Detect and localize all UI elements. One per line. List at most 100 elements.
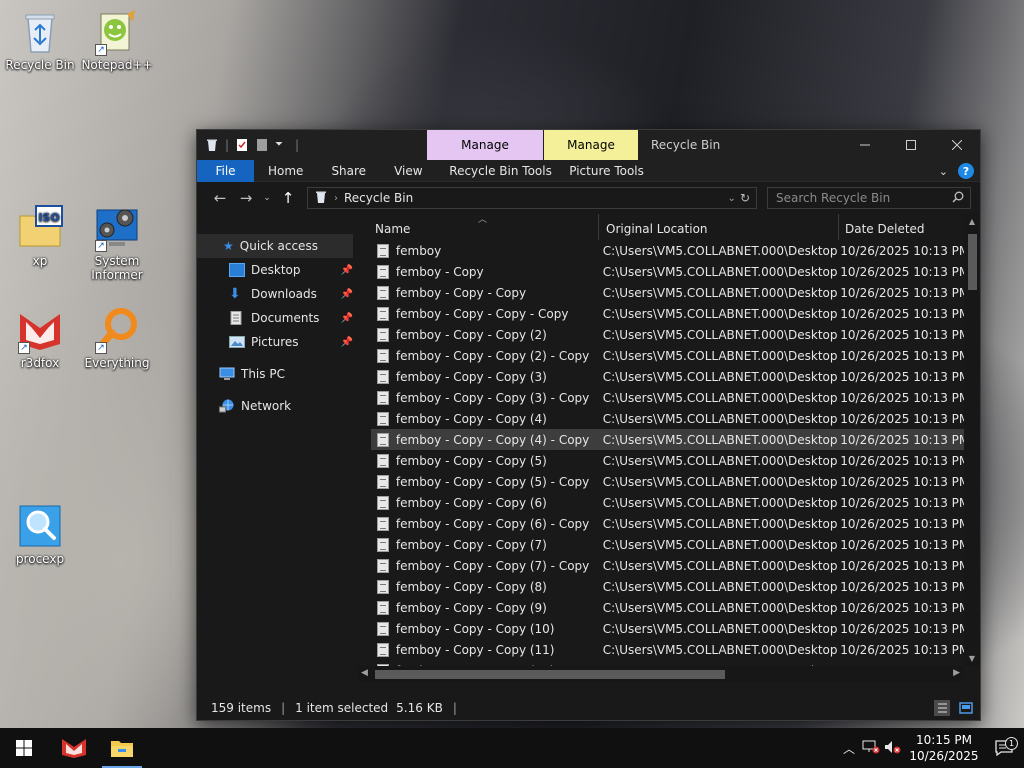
table-row[interactable]: femboy - Copy - Copy (2) - Copy C:\Users\…: [371, 345, 964, 366]
tab-home[interactable]: Home: [254, 160, 317, 182]
status-divider: |: [452, 701, 457, 715]
nav-quick-access[interactable]: ★ Quick access: [197, 234, 353, 258]
table-row[interactable]: femboy - Copy - Copy (9) C:\Users\VM5.COL…: [371, 597, 964, 618]
customize-toolbar-chevron-icon[interactable]: ⏷: [275, 138, 289, 152]
nav-downloads[interactable]: ⬇ Downloads 📌: [197, 282, 357, 306]
expand-ribbon-chevron-icon[interactable]: ⌄: [939, 165, 948, 178]
window-title: Recycle Bin: [651, 138, 721, 152]
search-icon[interactable]: [952, 191, 964, 206]
table-row[interactable]: femboy - Copy - Copy (10) C:\Users\VM5.CO…: [371, 618, 964, 639]
table-row[interactable]: femboy - Copy - Copy (11) C:\Users\VM5.CO…: [371, 639, 964, 660]
desktop-icon-procexp[interactable]: procexp: [0, 502, 80, 566]
address-dropdown-chevron-icon[interactable]: ⌄: [728, 193, 736, 204]
table-row[interactable]: femboy - Copy - Copy (6) - Copy C:\Users\…: [371, 513, 964, 534]
breadcrumb-recycle-bin[interactable]: Recycle Bin: [344, 191, 413, 205]
new-folder-icon[interactable]: [255, 138, 269, 152]
file-original-location: C:\Users\VM5.COLLABNET.000\Desktop: [602, 306, 838, 321]
column-header-original-location[interactable]: Original Location: [599, 214, 839, 240]
file-name: femboy - Copy - Copy (9): [395, 600, 547, 615]
tab-recycle-bin-tools[interactable]: Recycle Bin Tools: [443, 160, 559, 182]
nav-documents[interactable]: Documents 📌: [197, 306, 357, 330]
table-row[interactable]: femboy - Copy - Copy (3) C:\Users\VM5.COL…: [371, 366, 964, 387]
table-row[interactable]: femboy - Copy C:\Users\VM5.COLLABNET.000\…: [371, 261, 964, 282]
horizontal-scrollbar[interactable]: ◀ ▶: [357, 666, 964, 682]
nav-pictures[interactable]: Pictures 📌: [197, 330, 357, 354]
pin-icon[interactable]: 📌: [341, 337, 353, 348]
scroll-up-arrow-icon[interactable]: ▲: [964, 217, 980, 226]
table-row[interactable]: femboy - Copy - Copy (7) - Copy C:\Users\…: [371, 555, 964, 576]
desktop-icon-system-informer[interactable]: ↗ System Informer: [77, 204, 157, 282]
address-bar[interactable]: › Recycle Bin ⌄ ↻: [307, 187, 757, 209]
tab-picture-tools[interactable]: Picture Tools: [560, 160, 654, 182]
file-name: femboy - Copy - Copy (7): [395, 537, 547, 552]
details-view-icon[interactable]: [934, 700, 950, 716]
action-center-button[interactable]: 1: [984, 737, 1024, 756]
large-icons-view-icon[interactable]: [958, 700, 974, 716]
text-file-icon: [377, 537, 389, 552]
table-row[interactable]: femboy - Copy - Copy (4) - Copy C:\Users\…: [371, 429, 964, 450]
file-original-location: C:\Users\VM5.COLLABNET.000\Desktop: [602, 516, 838, 531]
desktop-icon-r3dfox[interactable]: ↗ r3dfox: [0, 306, 80, 370]
clock[interactable]: 10:15 PM 10/26/2025: [904, 732, 984, 764]
table-row[interactable]: femboy - Copy - Copy (3) - Copy C:\Users\…: [371, 387, 964, 408]
maximize-button[interactable]: [888, 130, 934, 160]
manage-recycle-bin-tab[interactable]: Manage: [427, 130, 543, 160]
desktop-icon-label: xp: [32, 254, 48, 268]
file-original-location: C:\Users\VM5.COLLABNET.000\Desktop: [602, 432, 838, 447]
pin-icon[interactable]: 📌: [341, 289, 353, 300]
tab-share[interactable]: Share: [317, 160, 380, 182]
pin-icon[interactable]: 📌: [341, 313, 353, 324]
network-disconnected-icon[interactable]: [860, 740, 882, 757]
nav-network[interactable]: Network: [197, 394, 357, 418]
desktop-icon-xp[interactable]: ISO xp: [0, 204, 80, 268]
recent-locations-chevron-icon[interactable]: ⌄: [259, 193, 275, 203]
table-row[interactable]: femboy - Copy - Copy (5) C:\Users\VM5.COL…: [371, 450, 964, 471]
search-input[interactable]: [776, 191, 946, 205]
tab-file[interactable]: File: [197, 159, 254, 182]
up-arrow-icon[interactable]: ↑: [275, 189, 301, 207]
table-row[interactable]: femboy - Copy - Copy (6) C:\Users\VM5.COL…: [371, 492, 964, 513]
table-row[interactable]: femboy - Copy - Copy (8) C:\Users\VM5.COL…: [371, 576, 964, 597]
nav-desktop[interactable]: Desktop 📌: [197, 258, 357, 282]
vertical-scrollbar[interactable]: ▲ ▼: [964, 214, 980, 666]
column-header-date-deleted[interactable]: Date Deleted: [839, 214, 969, 240]
table-row[interactable]: femboy - Copy - Copy (2) C:\Users\VM5.COL…: [371, 324, 964, 345]
scroll-right-arrow-icon[interactable]: ▶: [953, 668, 960, 678]
file-name: femboy - Copy - Copy (2) - Copy: [395, 348, 590, 363]
desktop-icon-notepad-plus-plus[interactable]: ↗ Notepad++: [77, 8, 157, 72]
table-row[interactable]: femboy - Copy - Copy (5) - Copy C:\Users\…: [371, 471, 964, 492]
file-name: femboy - Copy - Copy (3) - Copy: [395, 390, 590, 405]
table-row[interactable]: femboy - Copy - Copy - Copy C:\Users\VM5.…: [371, 303, 964, 324]
volume-muted-icon[interactable]: [882, 740, 904, 757]
scroll-left-arrow-icon[interactable]: ◀: [361, 668, 368, 678]
shortcut-arrow-icon: ↗: [95, 342, 107, 354]
scroll-down-arrow-icon[interactable]: ▼: [964, 654, 980, 663]
table-row[interactable]: femboy C:\Users\VM5.COLLABNET.000\Desktop…: [371, 240, 964, 261]
taskbar-file-explorer[interactable]: [98, 728, 146, 768]
nav-this-pc[interactable]: This PC: [197, 362, 357, 386]
table-row[interactable]: femboy - Copy - Copy C:\Users\VM5.COLLABN…: [371, 282, 964, 303]
breadcrumb-separator-icon[interactable]: ›: [334, 193, 338, 204]
properties-icon[interactable]: [235, 138, 249, 152]
search-box[interactable]: [767, 187, 971, 209]
pin-icon[interactable]: 📌: [341, 265, 353, 276]
show-hidden-icons-chevron-icon[interactable]: ︿: [838, 740, 860, 757]
table-row[interactable]: femboy - Copy - Copy (7) C:\Users\VM5.COL…: [371, 534, 964, 555]
help-icon[interactable]: ?: [958, 163, 974, 179]
start-button[interactable]: [0, 728, 48, 768]
minimize-button[interactable]: [842, 130, 888, 160]
taskbar-r3dfox[interactable]: [50, 728, 98, 768]
forward-arrow-icon[interactable]: →: [233, 189, 259, 207]
table-row[interactable]: femboy - Copy - Copy (4) C:\Users\VM5.COL…: [371, 408, 964, 429]
vertical-scroll-thumb[interactable]: [968, 234, 977, 290]
close-button[interactable]: [934, 130, 980, 160]
refresh-icon[interactable]: ↻: [740, 191, 750, 205]
horizontal-scroll-thumb[interactable]: [375, 670, 725, 679]
desktop-icon-recycle-bin[interactable]: Recycle Bin: [0, 8, 80, 72]
tab-view[interactable]: View: [380, 160, 436, 182]
back-arrow-icon[interactable]: ←: [207, 189, 233, 207]
file-name: femboy - Copy: [395, 264, 484, 279]
ribbon-tabs: File Home Share View Recycle Bin Tools P…: [197, 159, 980, 182]
desktop-icon-everything[interactable]: ↗ Everything: [77, 306, 157, 370]
manage-picture-tab[interactable]: Manage: [544, 130, 638, 160]
